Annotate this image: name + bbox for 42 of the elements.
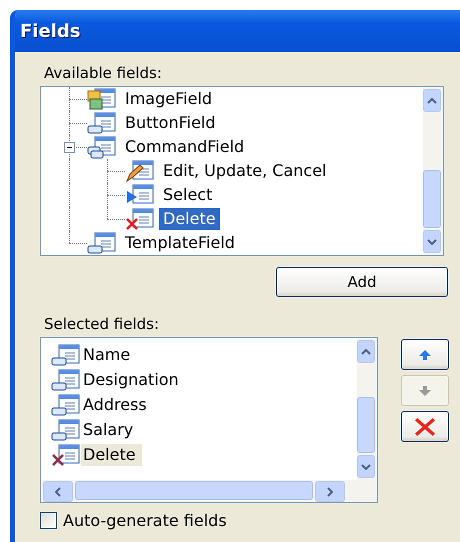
tree-item[interactable]: TemplateField (121, 232, 239, 254)
vertical-scrollbar[interactable] (423, 87, 443, 255)
button-field-icon (87, 111, 117, 135)
checkbox[interactable] (40, 512, 57, 529)
tree-item[interactable]: ImageField (121, 88, 216, 110)
list-item[interactable]: Name (81, 344, 136, 366)
field-icon (51, 392, 81, 416)
delete-field-icon (51, 442, 81, 466)
scroll-right-icon[interactable] (327, 486, 333, 496)
move-up-button[interactable] (401, 339, 449, 370)
command-field-icon (87, 135, 117, 159)
tree-item[interactable]: ButtonField (121, 112, 220, 134)
arrow-down-icon (418, 384, 432, 396)
window-title: Fields (20, 20, 80, 42)
field-icon (51, 342, 81, 366)
list-item[interactable]: Delete (81, 444, 142, 466)
list-item[interactable]: Salary (81, 418, 140, 440)
scroll-down-icon[interactable] (427, 238, 437, 244)
available-fields-label: Available fields: (44, 63, 163, 84)
scroll-left-icon[interactable] (55, 486, 61, 496)
tree-item[interactable]: Delete (159, 208, 220, 230)
field-icon (51, 368, 81, 392)
scroll-up-icon[interactable] (427, 98, 437, 104)
tree-item[interactable]: CommandField (121, 136, 248, 158)
scroll-down-icon[interactable] (361, 464, 371, 470)
tree-item[interactable]: Select (159, 184, 216, 206)
arrow-up-icon (418, 348, 432, 360)
delete-icon (413, 416, 437, 436)
remove-button[interactable] (401, 411, 449, 442)
horizontal-scrollbar[interactable] (41, 480, 377, 502)
scroll-up-icon[interactable] (361, 348, 371, 354)
list-item[interactable]: Address (81, 394, 153, 416)
delete-field-icon (125, 207, 155, 231)
selected-fields-label: Selected fields: (44, 314, 160, 335)
checkbox-label: Auto-generate fields (63, 511, 227, 530)
list-item[interactable]: Designation (81, 368, 185, 390)
collapse-toggle[interactable] (64, 142, 75, 153)
vertical-scrollbar[interactable] (357, 338, 377, 480)
pencil-field-icon (125, 159, 155, 183)
add-button[interactable]: Add (276, 267, 448, 297)
field-icon (51, 418, 81, 442)
tree-item[interactable]: Edit, Update, Cancel (159, 160, 330, 182)
